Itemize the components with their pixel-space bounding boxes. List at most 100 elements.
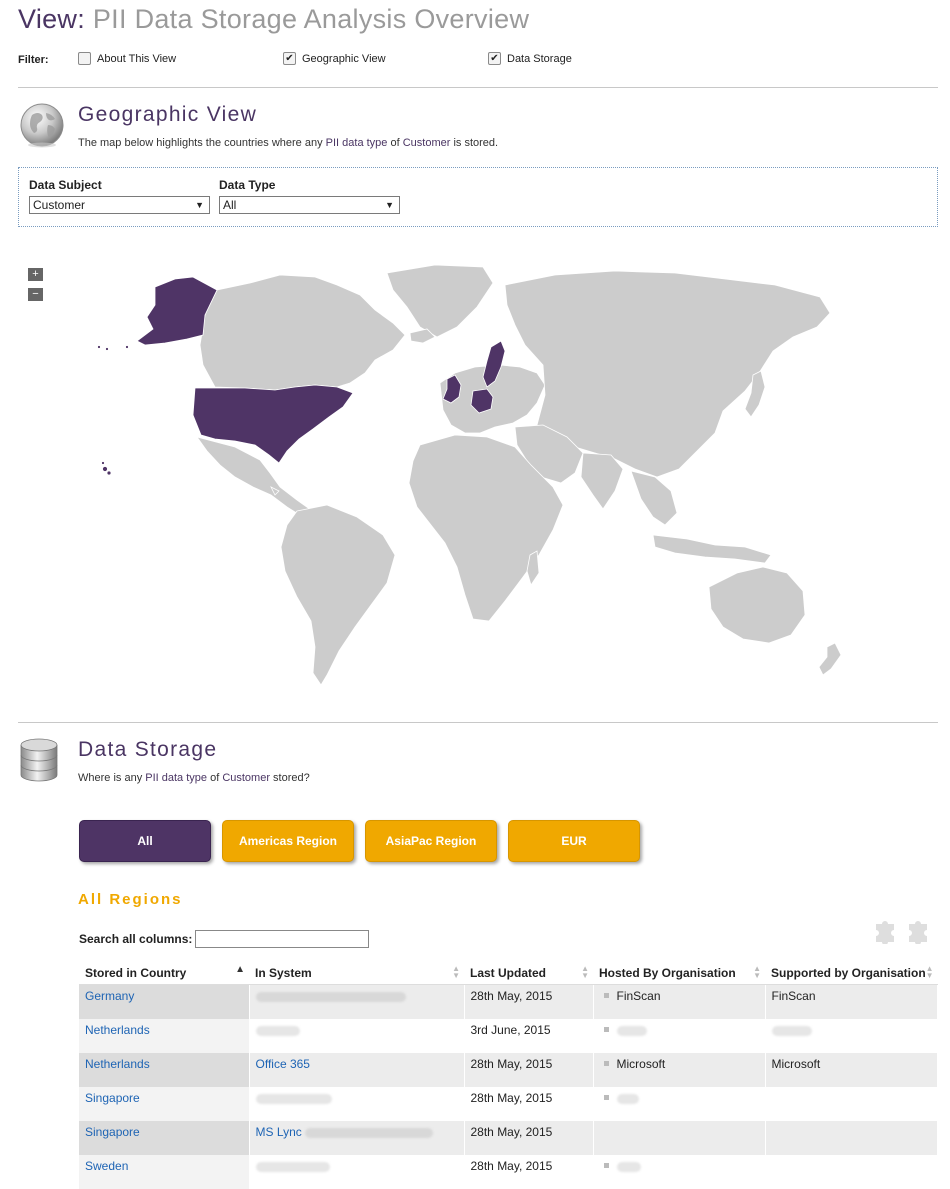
table-row: Singapore MS Lync 28th May, 2015 bbox=[79, 1121, 938, 1155]
redacted-text bbox=[255, 1093, 332, 1104]
last-updated-cell: 3rd June, 2015 bbox=[464, 1019, 594, 1053]
bullet-icon bbox=[603, 1027, 609, 1033]
country-canada bbox=[199, 274, 406, 391]
country-hawaii-highlight bbox=[102, 466, 108, 472]
search-input[interactable] bbox=[195, 930, 370, 948]
tab-asiapac-region[interactable]: AsiaPac Region bbox=[365, 820, 497, 862]
puzzle-piece-icon[interactable] bbox=[905, 916, 933, 944]
page-title-prefix: View: bbox=[18, 4, 86, 34]
redacted-text bbox=[255, 1161, 330, 1172]
data-subject-select[interactable]: Customer ▼ bbox=[29, 196, 210, 214]
column-header-system[interactable]: In System ▲ ▼ bbox=[249, 962, 464, 985]
country-link[interactable]: Sweden bbox=[85, 1159, 128, 1173]
redacted-text bbox=[616, 1093, 639, 1104]
table-row: Netherlands Office 365 28th May, 2015 Mi… bbox=[79, 1053, 938, 1087]
data-type-group: Data Type All ▼ bbox=[219, 178, 400, 214]
geographic-view-description: The map below highlights the countries w… bbox=[78, 137, 499, 149]
globe-icon bbox=[20, 103, 64, 148]
world-map[interactable] bbox=[75, 255, 865, 700]
zoom-out-button[interactable]: − bbox=[28, 288, 43, 301]
bullet-icon bbox=[603, 1163, 609, 1169]
table-row: Germany 28th May, 2015 FinScan FinScan bbox=[79, 984, 938, 1019]
system-link[interactable]: MS Lync bbox=[256, 1125, 302, 1139]
checkbox-checked-icon[interactable]: ✔ bbox=[283, 52, 296, 65]
page-title-name: PII Data Storage Analysis Overview bbox=[92, 4, 530, 34]
geographic-view-title: Geographic View bbox=[78, 103, 258, 126]
country-greenland bbox=[386, 264, 494, 338]
regions-heading: All Regions bbox=[78, 891, 183, 908]
region-indonesia bbox=[652, 534, 772, 564]
sort-both-icon: ▲ ▼ bbox=[925, 964, 934, 980]
country-link[interactable]: Singapore bbox=[85, 1125, 140, 1139]
country-link[interactable]: Germany bbox=[85, 989, 134, 1003]
sort-both-icon: ▲ ▼ bbox=[753, 964, 761, 980]
table-header-row: Stored in Country ▲ In System ▲ ▼ Last Up… bbox=[79, 962, 938, 985]
bullet-icon bbox=[603, 1061, 609, 1067]
data-storage-title: Data Storage bbox=[78, 738, 218, 761]
filter-about-checkbox[interactable]: About This View bbox=[78, 52, 176, 65]
map-filter-panel: Data Subject Customer ▼ Data Type All ▼ bbox=[18, 167, 938, 227]
data-type-select[interactable]: All ▼ bbox=[219, 196, 400, 214]
page-title: View: PII Data Storage Analysis Overview bbox=[18, 4, 529, 35]
checkbox-unchecked-icon[interactable] bbox=[78, 52, 91, 65]
filter-storage-label: Data Storage bbox=[507, 52, 572, 65]
hosted-by-cell: FinScan bbox=[616, 989, 661, 1003]
redacted-text bbox=[305, 1127, 434, 1138]
sort-both-icon: ▲ ▼ bbox=[452, 964, 460, 980]
redacted-text bbox=[255, 991, 406, 1002]
redacted-text bbox=[255, 1025, 300, 1036]
country-australia bbox=[708, 566, 806, 644]
filter-geographic-label: Geographic View bbox=[302, 52, 386, 65]
filter-bar: Filter: About This View ✔ Geographic Vie… bbox=[18, 52, 950, 70]
divider bbox=[18, 87, 938, 88]
region-south-america bbox=[280, 504, 396, 686]
tab-eur[interactable]: EUR bbox=[508, 820, 640, 862]
system-link[interactable]: Office 365 bbox=[256, 1057, 310, 1071]
checkbox-checked-icon[interactable]: ✔ bbox=[488, 52, 501, 65]
country-new-zealand bbox=[818, 642, 842, 676]
redacted-text bbox=[771, 1025, 812, 1036]
country-mexico bbox=[196, 436, 312, 518]
sort-both-icon: ▲ ▼ bbox=[581, 964, 589, 980]
sort-ascending-icon: ▲ bbox=[235, 964, 245, 975]
hosted-by-cell: Microsoft bbox=[616, 1057, 666, 1071]
storage-table: Stored in Country ▲ In System ▲ ▼ Last Up… bbox=[79, 962, 938, 1189]
search-label: Search all columns: bbox=[79, 932, 193, 946]
data-subject-group: Data Subject Customer ▼ bbox=[29, 178, 210, 214]
last-updated-cell: 28th May, 2015 bbox=[464, 1053, 594, 1087]
bullet-icon bbox=[603, 1095, 609, 1101]
last-updated-cell: 28th May, 2015 bbox=[464, 1087, 594, 1121]
dropdown-arrow-icon: ▼ bbox=[195, 200, 204, 210]
filter-about-label: About This View bbox=[97, 52, 177, 65]
redacted-text bbox=[616, 1161, 641, 1172]
country-link[interactable]: Netherlands bbox=[85, 1023, 150, 1037]
tab-americas-region[interactable]: Americas Region bbox=[222, 820, 354, 862]
data-type-label: Data Type bbox=[219, 178, 276, 192]
filter-label: Filter: bbox=[18, 54, 49, 66]
filter-storage-checkbox[interactable]: ✔ Data Storage bbox=[488, 52, 572, 65]
supported-by-cell: FinScan bbox=[765, 984, 938, 1019]
country-link[interactable]: Netherlands bbox=[85, 1057, 150, 1071]
last-updated-cell: 28th May, 2015 bbox=[464, 984, 594, 1019]
country-india bbox=[580, 452, 624, 510]
table-row: Singapore 28th May, 2015 bbox=[79, 1087, 938, 1121]
country-link[interactable]: Singapore bbox=[85, 1091, 140, 1105]
search-bar: Search all columns: bbox=[79, 930, 370, 948]
supported-by-cell: Microsoft bbox=[765, 1053, 938, 1087]
column-header-country[interactable]: Stored in Country ▲ bbox=[79, 962, 249, 985]
column-header-last-updated[interactable]: Last Updated ▲ ▼ bbox=[464, 962, 593, 985]
redacted-text bbox=[616, 1025, 647, 1036]
divider bbox=[18, 722, 938, 723]
tab-all[interactable]: All bbox=[79, 820, 211, 862]
puzzle-piece-icon[interactable] bbox=[872, 916, 900, 944]
data-subject-label: Data Subject bbox=[29, 178, 102, 192]
column-header-hosted-by[interactable]: Hosted By Organisation ▲ ▼ bbox=[593, 962, 765, 985]
last-updated-cell: 28th May, 2015 bbox=[464, 1121, 594, 1155]
column-header-supported-by[interactable]: Supported by Organisation ▲ ▼ bbox=[765, 962, 938, 985]
filter-geographic-checkbox[interactable]: ✔ Geographic View bbox=[283, 52, 386, 65]
zoom-in-button[interactable]: + bbox=[28, 268, 43, 281]
database-icon bbox=[20, 738, 58, 782]
region-southeast-asia bbox=[630, 470, 678, 526]
dropdown-arrow-icon: ▼ bbox=[385, 200, 394, 210]
table-row: Netherlands 3rd June, 2015 bbox=[79, 1019, 938, 1053]
